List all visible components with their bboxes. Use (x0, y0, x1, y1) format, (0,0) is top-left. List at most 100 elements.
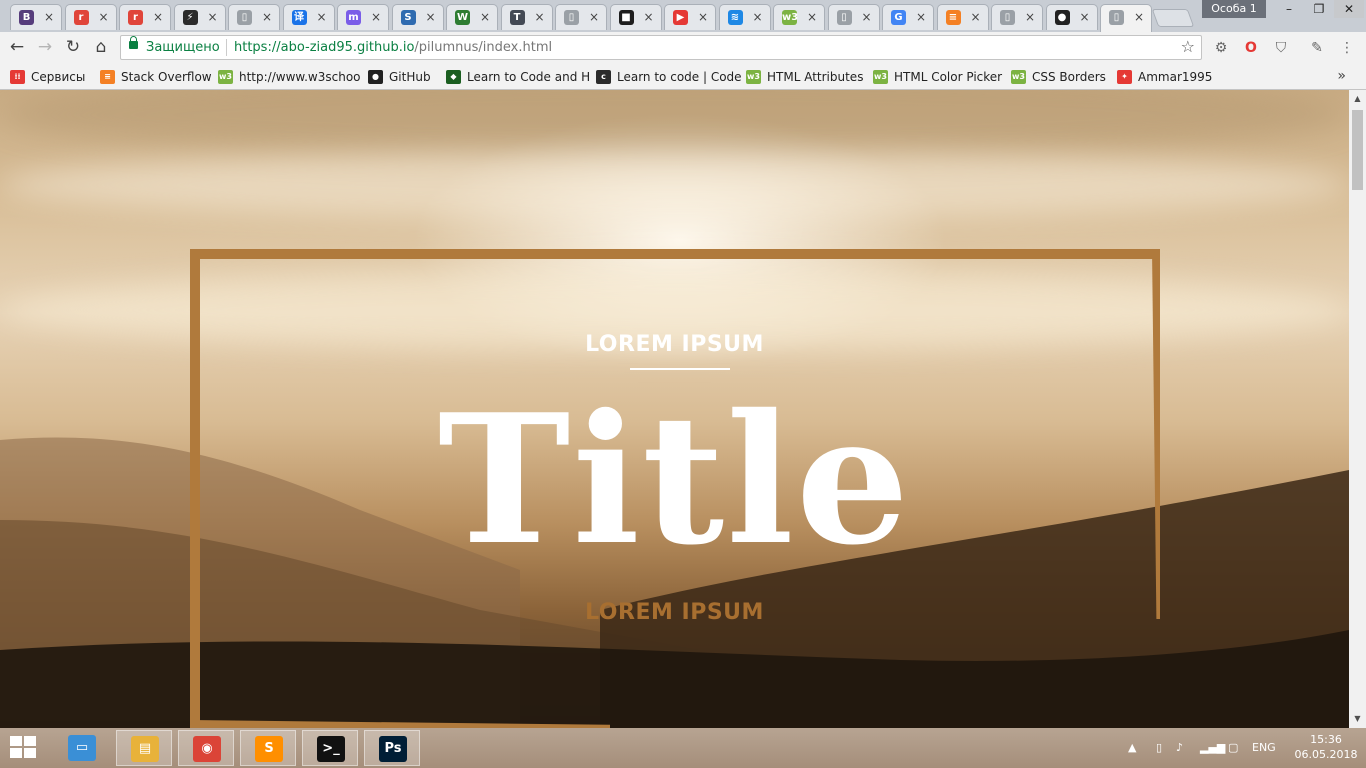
w3schools-icon: w3 (782, 10, 799, 25)
close-tab-icon[interactable]: × (44, 10, 54, 25)
more-bookmarks-icon[interactable]: » (1337, 67, 1346, 85)
taskbar-app[interactable]: >_ (302, 730, 358, 766)
close-tab-icon[interactable]: × (316, 10, 326, 25)
tray-overflow-icon[interactable]: ▲ (1128, 738, 1136, 758)
close-tab-icon[interactable]: × (425, 10, 435, 25)
browser-tab[interactable]: m × (337, 4, 389, 30)
profile-badge[interactable]: Особа 1 (1202, 0, 1266, 18)
address-bar[interactable]: Защищено https://abo-ziad95.github.io/pi… (120, 35, 1202, 60)
bookmark-item[interactable]: w3 http://www.w3schoo (218, 68, 361, 84)
close-tab-icon[interactable]: × (698, 10, 708, 25)
restore-button[interactable]: ❐ (1304, 0, 1334, 18)
browser-tab[interactable]: ≋ × (718, 4, 771, 30)
bookmark-item[interactable]: w3 HTML Color Picker (873, 68, 1002, 84)
language-indicator[interactable]: ENG (1252, 738, 1276, 758)
close-tab-icon[interactable]: × (589, 10, 599, 25)
network-icon[interactable]: ▂▄▆ (1200, 738, 1225, 758)
bookmark-item[interactable]: w3 CSS Borders (1011, 68, 1106, 84)
shield-icon[interactable]: ⛉ (1272, 39, 1290, 57)
url-host: https://abo-ziad95.github.io (234, 40, 415, 55)
browser-toolbar: ← → ↻ ⌂ Защищено https://abo-ziad95.gith… (0, 32, 1366, 63)
close-tab-icon[interactable]: × (916, 10, 926, 25)
browser-tab[interactable]: ● × (1045, 4, 1098, 30)
scroll-up-icon[interactable]: ▲ (1349, 92, 1366, 106)
browser-tab[interactable]: W × (446, 4, 498, 30)
close-tab-icon[interactable]: × (153, 10, 163, 25)
close-tab-icon[interactable]: × (1134, 10, 1144, 25)
taskbar-app[interactable]: ▭ (54, 730, 110, 766)
browser-tab[interactable]: r × (64, 4, 117, 30)
windows-start-icon[interactable] (10, 736, 38, 760)
volume-icon[interactable]: ♪ (1176, 738, 1183, 758)
taskbar-app[interactable]: ▤ (116, 730, 172, 766)
bootstrap-icon: B (19, 10, 34, 25)
bookmark-item[interactable]: ✦ Ammar1995 (1117, 68, 1212, 84)
browser-tab[interactable]: r × (119, 4, 171, 30)
close-tab-icon[interactable]: × (262, 10, 272, 25)
close-tab-icon[interactable]: × (98, 10, 108, 25)
forward-button[interactable]: → (34, 36, 56, 58)
bookmark-item[interactable]: ● GitHub (368, 68, 431, 84)
browser-tab[interactable]: ⚡ × (173, 4, 226, 30)
stackoverflow-icon: ≡ (945, 10, 961, 25)
menu-dots-icon[interactable]: ⋮ (1338, 39, 1356, 57)
youtube-icon: ▶ (673, 10, 688, 25)
bookmarks-bar: » ⁞⁞ Сервисы ≡ Stack Overflow w3 http://www.w… (0, 63, 1366, 90)
browser-tab[interactable]: T × (500, 4, 553, 30)
hero-title: Title (437, 375, 912, 584)
url-text[interactable]: https://abo-ziad95.github.io/pilumnus/in… (234, 40, 552, 55)
scroll-down-icon[interactable]: ▼ (1349, 712, 1366, 726)
bookmark-label: CSS Borders (1032, 69, 1106, 84)
notification-icon[interactable]: ▢ (1228, 738, 1238, 758)
close-tab-icon[interactable]: × (534, 10, 544, 25)
close-tab-icon[interactable]: × (207, 10, 217, 25)
page-scrollbar[interactable]: ▲ ▼ (1349, 90, 1366, 728)
taskbar-app[interactable]: Ps (364, 730, 420, 766)
browser-tab[interactable]: S × (391, 4, 444, 30)
close-tab-icon[interactable]: × (1079, 10, 1089, 25)
back-button[interactable]: ← (6, 36, 28, 58)
minimize-button[interactable]: – (1274, 0, 1304, 18)
system-clock[interactable]: 15:36 06.05.2018 (1294, 732, 1358, 762)
bookmark-item[interactable]: w3 HTML Attributes (746, 68, 863, 84)
scroll-thumb[interactable] (1352, 110, 1363, 190)
browser-tab[interactable]: ≡ × (936, 4, 989, 30)
bookmark-item[interactable]: ≡ Stack Overflow (100, 68, 212, 84)
stackoverflow-icon: S (400, 10, 416, 25)
bookmark-label: GitHub (389, 69, 431, 84)
close-tab-icon[interactable]: × (970, 10, 980, 25)
browser-tab[interactable]: ▶ × (664, 4, 716, 30)
opera-icon[interactable]: O (1242, 39, 1260, 57)
browser-tab[interactable]: ■ × (609, 4, 662, 30)
browser-tab[interactable]: G × (882, 4, 934, 30)
r-circle-icon: r (128, 10, 143, 25)
browser-tab[interactable]: ▯ × (555, 4, 607, 30)
bookmark-item[interactable]: c Learn to code | Code (596, 68, 742, 84)
browser-tab[interactable]: ▯ × (991, 4, 1043, 30)
taskbar-app[interactable]: ◉ (178, 730, 234, 766)
new-tab-button[interactable] (1151, 9, 1195, 27)
close-tab-icon[interactable]: × (861, 10, 871, 25)
bookmark-star-icon[interactable]: ☆ (1181, 38, 1195, 56)
close-tab-icon[interactable]: × (1025, 10, 1035, 25)
close-tab-icon[interactable]: × (643, 10, 653, 25)
close-tab-icon[interactable]: × (371, 10, 381, 25)
browser-tab[interactable]: B × (10, 4, 62, 30)
close-tab-icon[interactable]: × (480, 10, 490, 25)
home-button[interactable]: ⌂ (90, 36, 112, 58)
eyedropper-icon[interactable]: ✎ (1308, 39, 1326, 57)
bookmark-item[interactable]: ◆ Learn to Code and H (446, 68, 590, 84)
reload-button[interactable]: ↻ (62, 36, 84, 58)
browser-tab[interactable]: ▯ × (1100, 4, 1152, 32)
browser-tab[interactable]: ▯ × (228, 4, 280, 30)
browser-tab[interactable]: w3 × (773, 4, 825, 30)
close-tab-icon[interactable]: × (752, 10, 762, 25)
browser-tab[interactable]: ▯ × (827, 4, 880, 30)
close-window-button[interactable]: ✕ (1334, 0, 1364, 18)
browser-tab[interactable]: 译 × (282, 4, 335, 30)
extension-puzzle-icon[interactable]: ⚙ (1212, 39, 1230, 57)
battery-icon[interactable]: ▯ (1156, 738, 1162, 758)
close-tab-icon[interactable]: × (807, 10, 817, 25)
bookmark-item[interactable]: ⁞⁞ Сервисы (10, 68, 85, 84)
taskbar-app[interactable]: S (240, 730, 296, 766)
